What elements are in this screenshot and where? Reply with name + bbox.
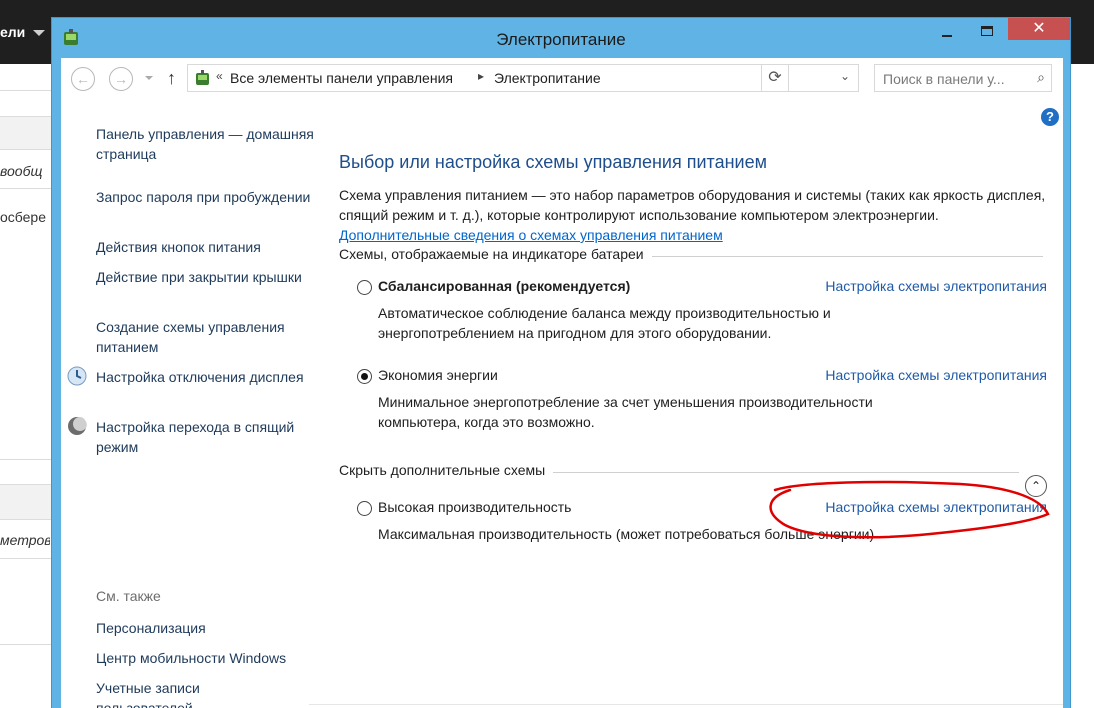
nav-link-power-buttons[interactable]: Действия кнопок питания — [96, 237, 316, 257]
navigation-bar: ← → ↑ « Все элементы панели управления ▸… — [61, 58, 1063, 100]
breadcrumb-item[interactable]: Все элементы панели управления — [230, 70, 453, 86]
display-settings-icon — [67, 366, 87, 386]
title-bar[interactable]: Электропитание ✕ — [52, 18, 1070, 56]
background-band — [0, 484, 52, 520]
plan-description: Минимальное энергопотребление за счет ум… — [378, 394, 873, 430]
nav-link-password-on-wakeup[interactable]: Запрос пароля при пробуждении — [96, 187, 316, 207]
plan-radio-balanced[interactable] — [357, 280, 372, 295]
control-panel-icon — [196, 70, 209, 85]
close-button[interactable]: ✕ — [1008, 18, 1070, 40]
background-app-panel: вообщ осбере метров — [0, 64, 52, 708]
plan-settings-link[interactable]: Настройка схемы электропитания — [825, 367, 1047, 383]
plan-description: Максимальная производительность (может п… — [378, 526, 875, 542]
breadcrumb-item[interactable]: Электропитание — [494, 70, 601, 86]
battery-plans-section: Схемы, отображаемые на индикаторе батаре… — [339, 246, 1043, 266]
plan-radio-high-performance[interactable] — [357, 501, 372, 516]
see-also-user-accounts[interactable]: Учетные записи пользователей — [96, 678, 216, 708]
plan-name[interactable]: Высокая производительность — [378, 499, 571, 515]
divider — [0, 558, 52, 559]
dropdown-arrow-icon[interactable] — [33, 30, 45, 36]
divider — [0, 644, 52, 645]
background-app-panel-right — [1071, 64, 1094, 708]
divider — [0, 90, 52, 91]
minimize-button[interactable] — [930, 18, 964, 42]
power-options-window: Электропитание ✕ ← → ↑ « Все элементы па… — [51, 17, 1071, 708]
nav-link-create-plan[interactable]: Создание схемы управления питанием — [96, 317, 316, 357]
page-title: Выбор или настройка схемы управления пит… — [339, 152, 767, 172]
page-description: Схема управления питанием — это набор па… — [339, 185, 1049, 245]
hidden-plans-section: Скрыть дополнительные схемы — [339, 462, 1019, 482]
window-title: Электропитание — [496, 30, 626, 49]
divider — [0, 459, 52, 460]
search-icon[interactable]: ⌕ — [1037, 69, 1045, 86]
collapse-chevron-up-icon[interactable]: ⌃ — [1025, 475, 1047, 497]
see-also-mobility-center[interactable]: Центр мобильности Windows — [96, 648, 316, 668]
plan-settings-link[interactable]: Настройка схемы электропитания — [825, 278, 1047, 294]
breadcrumb-chevron-icon[interactable]: ▸ — [478, 69, 484, 83]
minimize-icon — [942, 35, 952, 37]
recent-pages-dropdown-icon[interactable] — [145, 76, 153, 80]
plan-description: Автоматическое соблюдение баланса между … — [378, 305, 831, 341]
breadcrumb-overflow[interactable]: « — [216, 69, 223, 83]
divider — [0, 188, 52, 189]
description-text: Схема управления питанием — это набор па… — [339, 187, 1046, 223]
search-input[interactable]: Поиск в панели у... ⌕ — [874, 64, 1052, 92]
left-nav: Панель управления — домашняя страница За… — [61, 100, 319, 708]
refresh-button[interactable]: ⟳ — [761, 64, 789, 92]
nav-link-control-panel-home[interactable]: Панель управления — домашняя страница — [96, 124, 316, 164]
maximize-button[interactable] — [970, 18, 1004, 42]
nav-link-lid-close[interactable]: Действие при закрытии крышки — [96, 267, 316, 287]
background-text: вообщ — [0, 163, 43, 179]
up-button[interactable]: ↑ — [167, 68, 176, 89]
nav-link-display-off[interactable]: Настройка отключения дисплея — [96, 367, 316, 387]
background-app-title: ели — [0, 24, 26, 40]
back-button[interactable]: ← — [71, 67, 95, 91]
plan-radio-power-saver[interactable] — [357, 369, 372, 384]
bottom-divider — [309, 704, 1063, 705]
maximize-icon — [981, 26, 993, 36]
content-area: ? Панель управления — домашняя страница … — [61, 100, 1063, 708]
see-also-heading: См. также — [96, 588, 161, 604]
plan-name[interactable]: Сбалансированная (рекомендуется) — [378, 278, 630, 294]
sleep-moon-icon — [68, 417, 87, 435]
address-bar[interactable]: « Все элементы панели управления ▸ Элект… — [187, 64, 859, 92]
forward-button[interactable]: → — [109, 67, 133, 91]
nav-link-sleep[interactable]: Настройка перехода в спящий режим — [96, 417, 316, 457]
background-band — [0, 116, 52, 150]
plan-name[interactable]: Экономия энергии — [378, 367, 498, 383]
section-heading[interactable]: Скрыть дополнительные схемы — [339, 462, 554, 478]
main-panel: Выбор или настройка схемы управления пит… — [339, 100, 1059, 708]
search-placeholder: Поиск в панели у... — [883, 71, 1005, 87]
plan-settings-link[interactable]: Настройка схемы электропитания — [825, 499, 1047, 515]
see-also-personalization[interactable]: Персонализация — [96, 618, 316, 638]
background-text: метров — [0, 532, 50, 548]
more-info-link[interactable]: Дополнительные сведения о схемах управле… — [339, 227, 723, 243]
address-dropdown-icon[interactable]: ⌄ — [840, 69, 850, 83]
background-text: осбере — [0, 209, 47, 225]
section-heading: Схемы, отображаемые на индикаторе батаре… — [339, 246, 652, 262]
